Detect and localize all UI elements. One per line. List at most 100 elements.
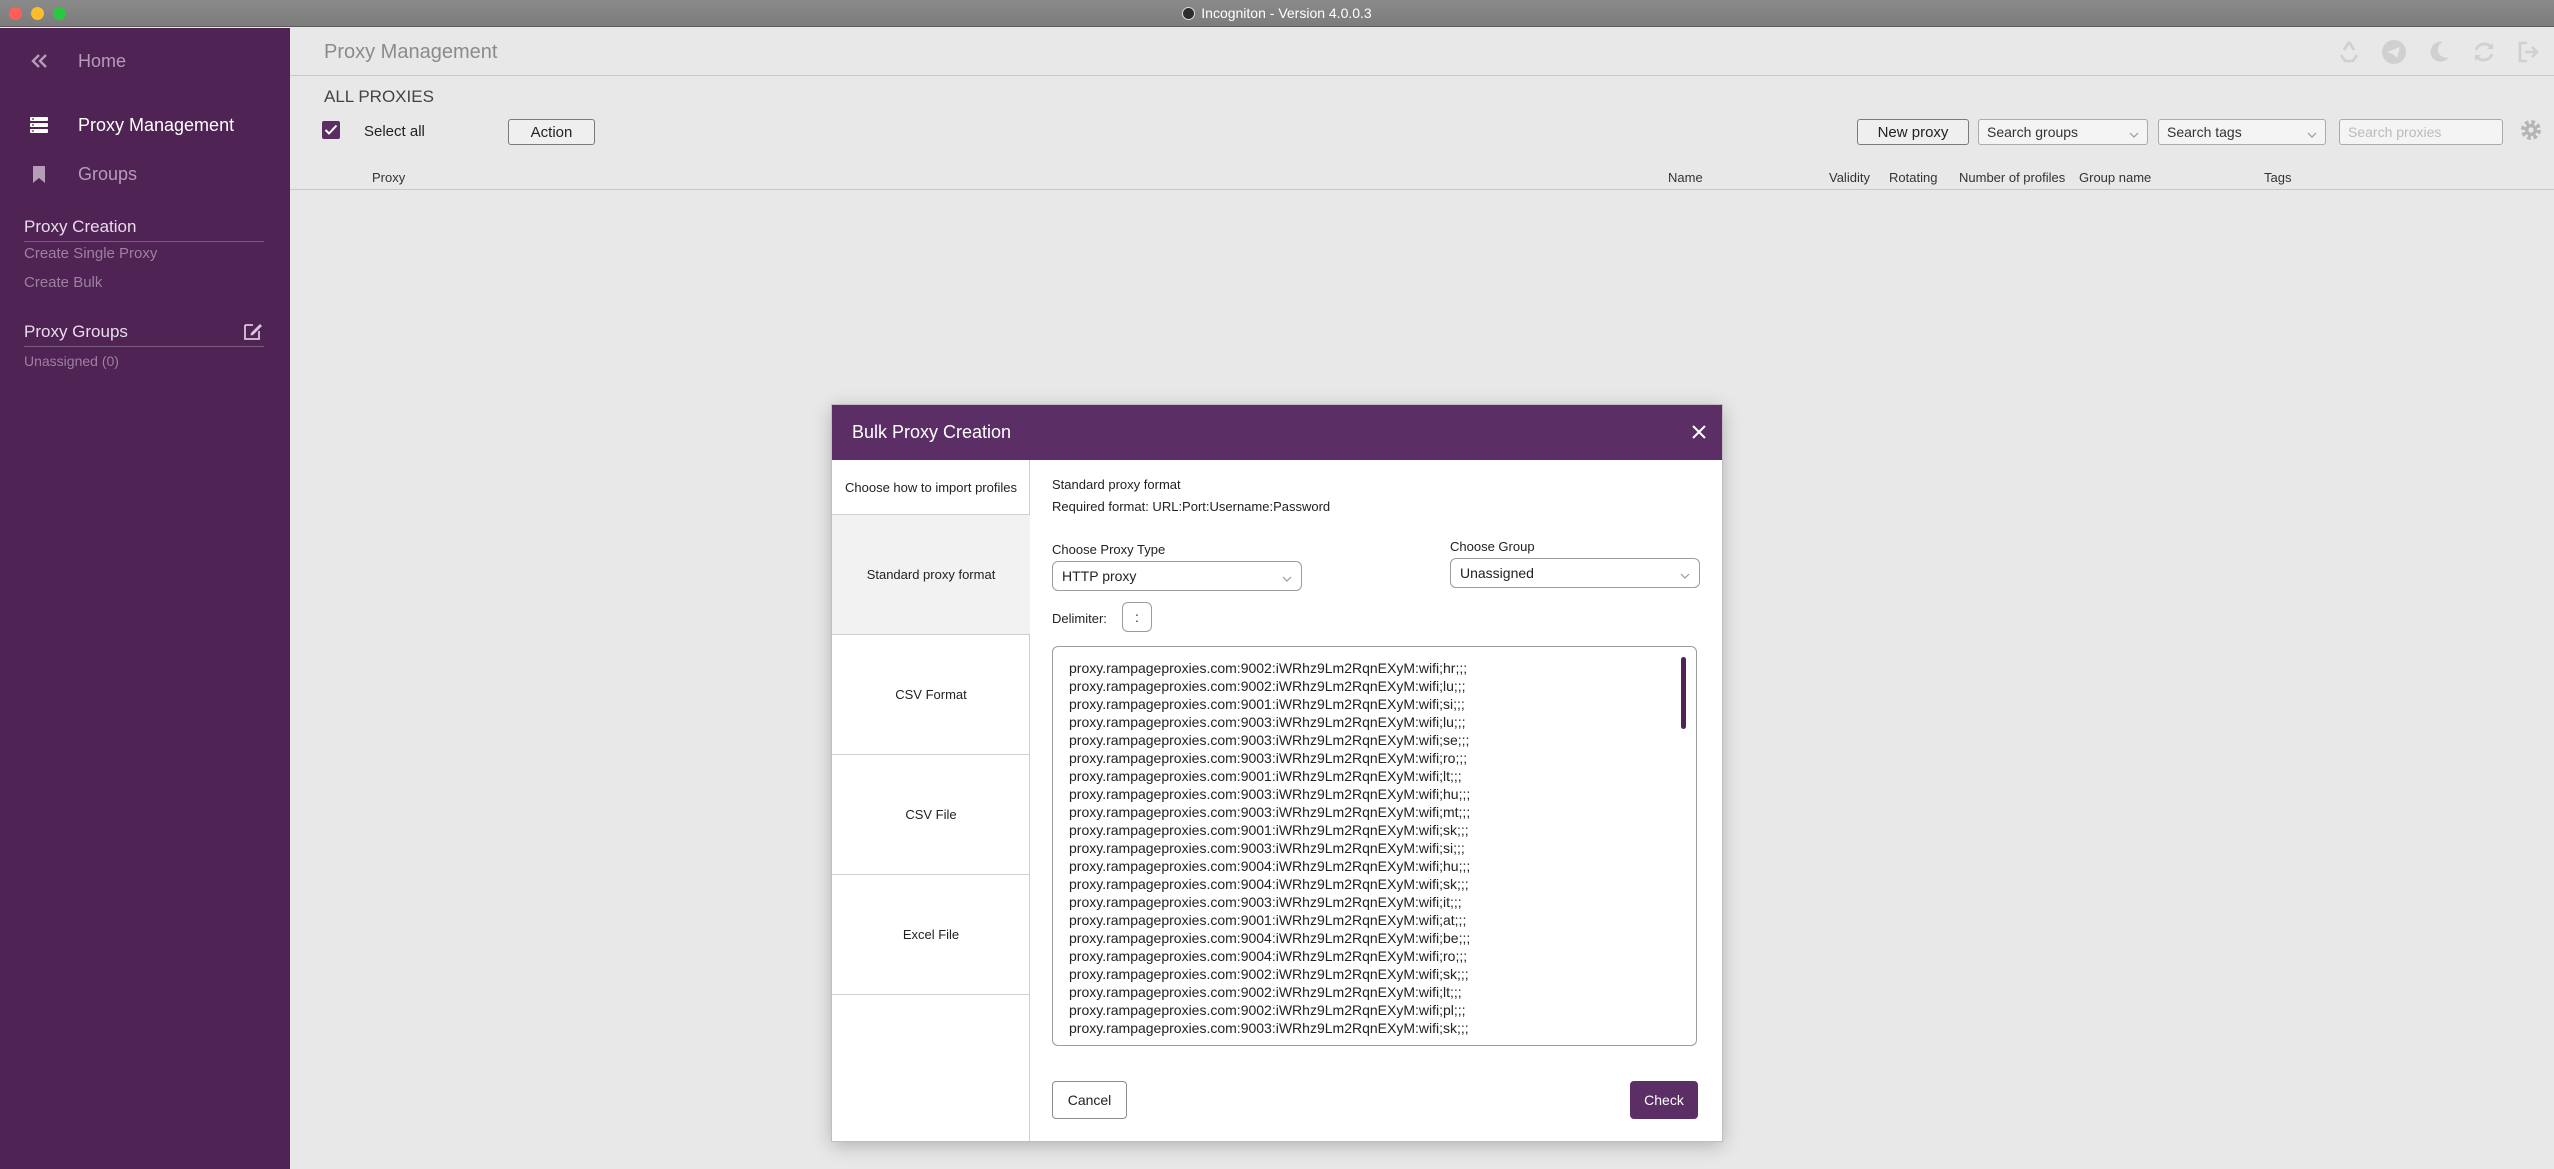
window-titlebar: Incogniton - Version 4.0.0.3	[0, 0, 2554, 27]
import-method-list: Choose how to import profiles Standard p…	[832, 460, 1030, 1141]
proxy-line: proxy.rampageproxies.com:9004:iWRhz9Lm2R…	[1069, 858, 1471, 874]
proxy-line: proxy.rampageproxies.com:9002:iWRhz9Lm2R…	[1069, 966, 1469, 982]
delimiter-label: Delimiter:	[1052, 611, 1107, 626]
proxy-groups-heading: Proxy Groups	[24, 322, 264, 347]
proxy-list-textarea[interactable]: proxy.rampageproxies.com:9002:iWRhz9Lm2R…	[1052, 646, 1697, 1046]
proxy-line: proxy.rampageproxies.com:9001:iWRhz9Lm2R…	[1069, 696, 1465, 712]
window-controls	[9, 7, 66, 20]
tab-excel-file[interactable]: Excel File	[832, 875, 1030, 995]
proxy-creation-heading: Proxy Creation	[24, 217, 264, 242]
column-header-tags[interactable]: Tags	[2264, 170, 2291, 185]
proxy-table-header: Proxy Name Validity Rotating Number of p…	[290, 160, 2554, 190]
proxy-line: proxy.rampageproxies.com:9001:iWRhz9Lm2R…	[1069, 822, 1469, 838]
format-requirement: Required format: URL:Port:Username:Passw…	[1052, 499, 1331, 514]
proxy-type-label: Choose Proxy Type	[1052, 542, 1166, 557]
delimiter-input[interactable]: :	[1122, 602, 1152, 632]
proxy-line: proxy.rampageproxies.com:9001:iWRhz9Lm2R…	[1069, 768, 1462, 784]
logout-icon[interactable]	[2515, 38, 2542, 65]
edit-icon[interactable]	[242, 320, 264, 342]
column-header-group-name[interactable]: Group name	[2079, 170, 2151, 185]
search-tags-text: Search tags	[2167, 124, 2242, 140]
sidebar-item-label: Groups	[78, 163, 138, 184]
server-stack-icon	[28, 114, 50, 136]
double-chevron-left-icon[interactable]	[28, 50, 50, 72]
column-header-rotating[interactable]: Rotating	[1889, 170, 1937, 185]
proxy-line: proxy.rampageproxies.com:9003:iWRhz9Lm2R…	[1069, 786, 1471, 802]
proxy-line: proxy.rampageproxies.com:9004:iWRhz9Lm2R…	[1069, 876, 1469, 892]
proxy-line: proxy.rampageproxies.com:9001:iWRhz9Lm2R…	[1069, 912, 1467, 928]
proxy-line: proxy.rampageproxies.com:9002:iWRhz9Lm2R…	[1069, 1002, 1466, 1018]
main-header: Proxy Management	[290, 28, 2554, 76]
header-icons	[2335, 38, 2542, 65]
proxy-type-select[interactable]: HTTP proxy	[1052, 561, 1302, 591]
select-all-checkbox[interactable]	[322, 121, 340, 139]
minimize-window-button[interactable]	[31, 7, 44, 20]
maximize-window-button[interactable]	[53, 7, 66, 20]
format-title: Standard proxy format	[1052, 477, 1181, 492]
search-groups-select[interactable]: Search groups	[1978, 119, 2148, 145]
proxy-line: proxy.rampageproxies.com:9002:iWRhz9Lm2R…	[1069, 660, 1468, 676]
section-title: ALL PROXIES	[324, 87, 434, 106]
recycle-icon[interactable]	[2335, 38, 2362, 65]
page-title: Proxy Management	[324, 41, 498, 63]
new-proxy-button[interactable]: New proxy	[1857, 119, 1969, 145]
search-tags-select[interactable]: Search tags	[2158, 119, 2326, 145]
chevron-down-icon	[2307, 127, 2317, 143]
telegram-icon[interactable]	[2380, 38, 2407, 65]
gear-icon[interactable]	[2519, 118, 2543, 142]
select-all-label: Select all	[364, 123, 425, 140]
proxy-line: proxy.rampageproxies.com:9003:iWRhz9Lm2R…	[1069, 714, 1466, 730]
group-value: Unassigned	[1460, 565, 1534, 581]
dialog-title: Bulk Proxy Creation	[852, 422, 1012, 442]
bulk-proxy-creation-dialog: Bulk Proxy Creation Choose how to import…	[832, 405, 1722, 1141]
column-header-name[interactable]: Name	[1668, 170, 1703, 185]
proxy-line: proxy.rampageproxies.com:9002:iWRhz9Lm2R…	[1069, 678, 1466, 694]
check-button[interactable]: Check	[1630, 1081, 1698, 1119]
proxy-line: proxy.rampageproxies.com:9003:iWRhz9Lm2R…	[1069, 894, 1462, 910]
proxy-lines: proxy.rampageproxies.com:9002:iWRhz9Lm2R…	[1069, 659, 1470, 1037]
dialog-header: Bulk Proxy Creation	[832, 405, 1722, 460]
proxy-line: proxy.rampageproxies.com:9004:iWRhz9Lm2R…	[1069, 948, 1468, 964]
sidebar-item-home[interactable]: Home	[0, 50, 290, 72]
tab-csv-format[interactable]: CSV Format	[832, 635, 1030, 755]
sidebar-item-groups[interactable]: Groups	[0, 163, 290, 185]
proxy-groups-heading-text: Proxy Groups	[24, 322, 128, 341]
sidebar-item-label: Proxy Management	[78, 114, 235, 135]
column-header-proxy[interactable]: Proxy	[372, 170, 405, 185]
sidebar-item-proxy-management[interactable]: Proxy Management	[0, 114, 290, 136]
scrollbar-thumb[interactable]	[1681, 657, 1686, 729]
proxy-line: proxy.rampageproxies.com:9003:iWRhz9Lm2R…	[1069, 840, 1465, 856]
search-proxies-input[interactable]	[2339, 119, 2503, 145]
refresh-icon[interactable]	[2470, 38, 2497, 65]
import-method-hint: Choose how to import profiles	[832, 460, 1030, 515]
close-window-button[interactable]	[9, 7, 22, 20]
group-item-unassigned[interactable]: Unassigned (0)	[24, 353, 119, 369]
proxy-line: proxy.rampageproxies.com:9002:iWRhz9Lm2R…	[1069, 984, 1462, 1000]
create-single-proxy-link[interactable]: Create Single Proxy	[24, 245, 157, 262]
proxy-line: proxy.rampageproxies.com:9003:iWRhz9Lm2R…	[1069, 804, 1471, 820]
column-header-number-of-profiles[interactable]: Number of profiles	[1959, 170, 2065, 185]
close-icon[interactable]	[1688, 421, 1710, 443]
proxy-line: proxy.rampageproxies.com:9004:iWRhz9Lm2R…	[1069, 930, 1471, 946]
tab-csv-file[interactable]: CSV File	[832, 755, 1030, 875]
proxy-line: proxy.rampageproxies.com:9003:iWRhz9Lm2R…	[1069, 1020, 1469, 1036]
chevron-down-icon	[1282, 571, 1292, 587]
group-select[interactable]: Unassigned	[1450, 558, 1700, 588]
proxy-line: proxy.rampageproxies.com:9003:iWRhz9Lm2R…	[1069, 732, 1470, 748]
bookmark-icon	[28, 163, 50, 185]
action-button[interactable]: Action	[508, 119, 595, 145]
moon-icon[interactable]	[2425, 38, 2452, 65]
chevron-down-icon	[1680, 568, 1690, 584]
tab-standard-proxy-format[interactable]: Standard proxy format	[832, 515, 1030, 635]
sidebar: Home Proxy Management Groups Proxy Creat…	[0, 28, 290, 1169]
proxy-line: proxy.rampageproxies.com:9003:iWRhz9Lm2R…	[1069, 750, 1468, 766]
window-title: Incogniton - Version 4.0.0.3	[1201, 5, 1372, 21]
column-header-validity[interactable]: Validity	[1829, 170, 1870, 185]
app-logo-icon	[1182, 6, 1196, 20]
sidebar-item-label: Home	[78, 50, 127, 71]
window-title-wrap: Incogniton - Version 4.0.0.3	[1182, 5, 1372, 21]
cancel-button[interactable]: Cancel	[1052, 1081, 1127, 1119]
search-groups-text: Search groups	[1987, 124, 2079, 140]
proxy-type-value: HTTP proxy	[1062, 568, 1137, 584]
create-bulk-link[interactable]: Create Bulk	[24, 274, 102, 291]
